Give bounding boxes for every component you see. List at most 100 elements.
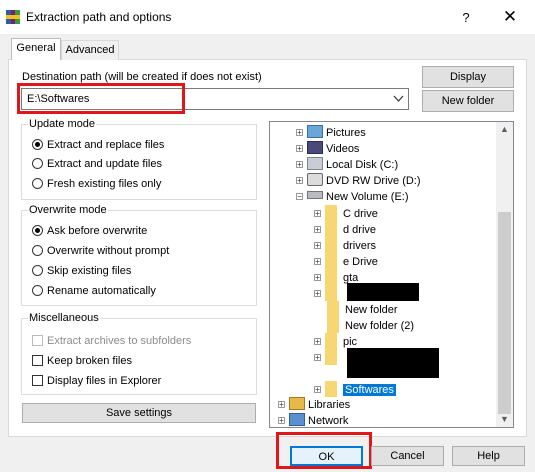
new-folder-button[interactable]: New folder [422, 90, 514, 112]
expand-icon[interactable]: + [296, 161, 303, 169]
tab-advanced[interactable]: Advanced [61, 40, 119, 60]
redacted-label [347, 348, 439, 378]
tree-item-label: Local Disk (C:) [326, 159, 399, 171]
scroll-down-icon[interactable]: ▼ [496, 414, 513, 424]
chevron-down-icon[interactable] [393, 91, 404, 110]
folder-icon [325, 381, 337, 397]
option-label: Overwrite without prompt [47, 245, 170, 257]
radio-overwrite-without-prompt[interactable]: Overwrite without prompt [32, 243, 169, 259]
tree-item-drivers[interactable]: + drivers [314, 237, 376, 253]
folder-icon [325, 253, 337, 269]
tree-item-videos[interactable]: + Videos [296, 141, 359, 157]
radio-selected-icon [32, 225, 43, 236]
help-button[interactable]: Help [452, 446, 525, 466]
expand-icon[interactable]: + [314, 290, 321, 298]
tree-item-e-drive[interactable]: + e Drive [314, 253, 378, 269]
tree-item-redacted[interactable]: + [314, 285, 343, 301]
tree-item-label: drivers [343, 240, 377, 252]
tree-item-redacted-2[interactable]: + [314, 349, 343, 365]
tab-general[interactable]: General [11, 38, 61, 60]
radio-extract-update[interactable]: Extract and update files [32, 156, 162, 172]
help-title-button[interactable]: ? [456, 8, 476, 28]
expand-icon[interactable]: + [296, 129, 303, 137]
expand-icon[interactable]: + [314, 226, 321, 234]
expand-icon[interactable]: + [278, 417, 285, 425]
miscellaneous-title: Miscellaneous [28, 312, 100, 324]
radio-skip-existing[interactable]: Skip existing files [32, 263, 131, 279]
display-button[interactable]: Display [422, 66, 514, 88]
tree-item-pic[interactable]: + pic [314, 333, 357, 349]
checkbox-icon [32, 335, 43, 346]
radio-icon [32, 245, 43, 256]
scroll-up-icon[interactable]: ▲ [496, 124, 513, 134]
tree-item-d-drive[interactable]: + d drive [314, 221, 376, 237]
option-label: Skip existing files [47, 265, 132, 277]
checkbox-display-explorer[interactable]: Display files in Explorer [32, 373, 161, 389]
radio-rename-automatically[interactable]: Rename automatically [32, 283, 156, 299]
expand-icon[interactable]: + [314, 274, 321, 282]
tree-item-label: New Volume (E:) [326, 191, 409, 203]
tree-item-c-drive[interactable]: + C drive [314, 205, 378, 221]
checkbox-keep-broken[interactable]: Keep broken files [32, 353, 132, 369]
option-label: Fresh existing files only [47, 178, 162, 190]
tree-item-softwares[interactable]: + Softwares [314, 381, 396, 397]
tree-item-label: pic [343, 336, 358, 348]
folder-icon [327, 317, 339, 333]
miscellaneous-group: Miscellaneous Extract archives to subfol… [21, 312, 257, 395]
expand-icon[interactable]: + [314, 258, 321, 266]
radio-icon [32, 158, 43, 169]
tree-item-new-folder-2[interactable]: New folder (2) [327, 317, 414, 333]
radio-fresh-existing[interactable]: Fresh existing files only [32, 176, 161, 192]
radio-icon [32, 285, 43, 296]
expand-icon[interactable]: + [314, 210, 321, 218]
overwrite-mode-group: Overwrite mode Ask before overwrite Over… [21, 204, 257, 306]
folder-icon [327, 301, 339, 317]
expand-icon[interactable]: + [278, 401, 285, 409]
expand-icon[interactable]: + [314, 354, 321, 362]
tree-item-local-disk[interactable]: + Local Disk (C:) [296, 157, 398, 173]
collapse-icon[interactable]: − [296, 193, 303, 201]
expand-icon[interactable]: + [296, 145, 303, 153]
tree-item-label: Pictures [326, 127, 366, 139]
tree-item-label: Softwares [343, 384, 396, 396]
tree-item-label: Libraries [308, 399, 351, 411]
expand-icon[interactable]: + [314, 338, 321, 346]
radio-extract-replace[interactable]: Extract and replace files [32, 137, 164, 153]
destination-highlight-box [17, 83, 185, 114]
expand-icon[interactable]: + [314, 242, 321, 250]
overwrite-mode-title: Overwrite mode [28, 204, 108, 216]
tree-item-network[interactable]: + Network [278, 413, 349, 427]
scroll-thumb[interactable] [498, 212, 511, 414]
close-button[interactable]: ✕ [498, 6, 522, 28]
tree-item-label: Network [308, 415, 349, 427]
tree-item-label: DVD RW Drive (D:) [326, 175, 421, 187]
option-label: Extract archives to subfolders [47, 335, 192, 347]
tree-item-libraries[interactable]: + Libraries [278, 397, 350, 413]
folder-icon [325, 269, 337, 285]
folder-icon [325, 205, 337, 221]
tree-item-new-folder[interactable]: New folder [327, 301, 398, 317]
option-label: Rename automatically [47, 285, 156, 297]
folder-tree[interactable]: + Pictures + Videos + Local Disk (C:) + DVD … [269, 121, 514, 428]
expand-icon[interactable]: + [314, 386, 321, 394]
tree-item-new-volume[interactable]: − New Volume (E:) [296, 189, 409, 205]
tree-item-label: Videos [326, 143, 360, 155]
radio-ask-before-overwrite[interactable]: Ask before overwrite [32, 223, 147, 239]
cancel-button[interactable]: Cancel [371, 446, 444, 466]
tree-item-label: d drive [343, 224, 377, 236]
expand-icon[interactable]: + [296, 177, 303, 185]
update-mode-group: Update mode Extract and replace files Ex… [21, 118, 257, 200]
tree-item-pictures[interactable]: + Pictures [296, 125, 366, 141]
tree-item-dvd-drive[interactable]: + DVD RW Drive (D:) [296, 173, 421, 189]
pictures-folder-icon [307, 125, 323, 138]
local-disk-icon [307, 157, 323, 170]
option-label: Extract and replace files [47, 139, 165, 151]
folder-icon [325, 221, 337, 237]
drive-icon [307, 191, 323, 199]
folder-icon [325, 285, 337, 301]
checkbox-extract-subfolders[interactable]: Extract archives to subfolders [32, 333, 191, 349]
tree-scrollbar[interactable]: ▲ ▼ [496, 122, 513, 427]
save-settings-button[interactable]: Save settings [22, 403, 256, 423]
tree-item-label: e Drive [343, 256, 378, 268]
network-icon [289, 413, 305, 426]
